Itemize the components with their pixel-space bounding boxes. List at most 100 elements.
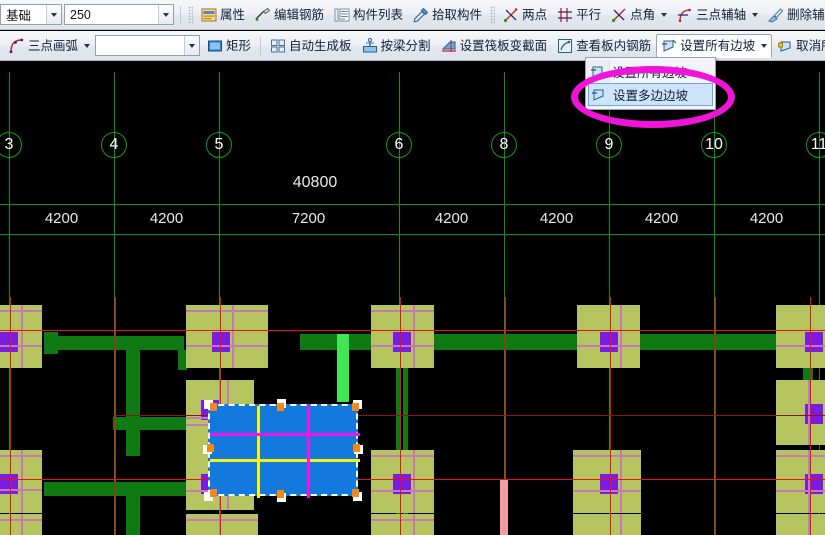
grid-line xyxy=(10,297,11,535)
view-slab-rebar-icon xyxy=(558,38,573,53)
grid-line-highlighted xyxy=(500,480,508,535)
column-core[interactable] xyxy=(600,332,618,352)
slope-dropdown-menu: 设置所有边坡 设置多边边坡 xyxy=(585,57,716,110)
thickness-combo[interactable]: 250 xyxy=(64,4,174,25)
slab-grip-orange[interactable] xyxy=(352,489,359,497)
selected-slab[interactable] xyxy=(208,404,360,498)
rebar-magenta-vertical xyxy=(307,406,310,498)
axis-bubble[interactable]: 3 xyxy=(0,132,22,158)
axis-bubble[interactable]: 8 xyxy=(491,132,517,158)
split-by-beam-label: 按梁分割 xyxy=(380,38,431,53)
pick-component-button[interactable]: 拾取构件 xyxy=(408,3,487,27)
axis-bubble[interactable]: 4 xyxy=(101,132,127,158)
view-slab-rebar-button[interactable]: 查看板内钢筋 xyxy=(552,34,656,58)
grid-line xyxy=(610,297,611,535)
auto-generate-slab-button[interactable]: 自动生成板 xyxy=(265,34,357,58)
slab-grip-orange[interactable] xyxy=(277,403,284,411)
column[interactable] xyxy=(371,514,434,535)
column-core[interactable] xyxy=(805,332,823,352)
rebar-line xyxy=(371,345,434,347)
axis-bubble[interactable]: 10 xyxy=(701,132,727,158)
column-core[interactable] xyxy=(0,474,18,494)
two-point-icon xyxy=(503,7,518,22)
set-raft-section-button[interactable]: 设置筏板变截面 xyxy=(436,34,553,58)
axis-bubble[interactable]: 9 xyxy=(596,132,622,158)
member-type-combo[interactable]: 基础 xyxy=(0,4,62,25)
three-point-axis-label: 三点辅轴 xyxy=(696,7,747,22)
slab-grip-orange[interactable] xyxy=(207,444,214,452)
column-core[interactable] xyxy=(393,332,411,352)
rebar-line xyxy=(371,310,434,312)
span-dimension-label: 4200 xyxy=(434,210,469,227)
rebar-line xyxy=(577,345,640,347)
beam[interactable] xyxy=(126,336,140,456)
span-dimension-label: 4200 xyxy=(44,210,79,227)
parallel-label: 平行 xyxy=(576,7,602,22)
arc-blank-dropdown-arrow[interactable] xyxy=(184,36,200,55)
properties-button[interactable]: 属性 xyxy=(196,3,250,27)
set-all-slope-caret-icon[interactable] xyxy=(761,43,768,48)
column[interactable] xyxy=(776,514,825,535)
slab-grip-orange[interactable] xyxy=(353,444,360,452)
three-point-arc-caret-icon[interactable] xyxy=(84,43,91,48)
cancel-all-slope-button[interactable]: 取消所有边坡 xyxy=(772,34,825,58)
menu-item-set-poly-slope[interactable]: 设置多边边坡 xyxy=(588,83,713,106)
beam[interactable] xyxy=(44,336,184,350)
beam[interactable] xyxy=(44,332,58,354)
parallel-button[interactable]: 平行 xyxy=(552,3,606,27)
rebar-line xyxy=(620,450,622,513)
grid-line xyxy=(0,330,825,331)
point-angle-caret-icon[interactable] xyxy=(661,12,668,17)
column[interactable] xyxy=(186,514,258,535)
two-point-button[interactable]: 两点 xyxy=(498,3,552,27)
rebar-line xyxy=(620,305,622,368)
rebar-line xyxy=(573,490,641,492)
toolbar-grip-2[interactable] xyxy=(490,5,496,24)
axis-bubble[interactable]: 11 xyxy=(806,132,825,158)
menu-item-set-all-slope[interactable]: 设置所有边坡 xyxy=(586,60,715,83)
rebar-line xyxy=(371,490,434,492)
set-all-slope-icon xyxy=(662,39,677,52)
split-by-beam-button[interactable]: 按梁分割 xyxy=(357,34,436,58)
axis-label: 10 xyxy=(705,136,723,153)
rectangle-button[interactable]: 矩形 xyxy=(202,34,256,58)
slab-grip-orange[interactable] xyxy=(210,489,217,497)
span-dimension-label: 4200 xyxy=(539,210,574,227)
column[interactable] xyxy=(573,514,641,535)
point-angle-button[interactable]: 点角 xyxy=(606,3,672,27)
slab-grip-orange[interactable] xyxy=(352,403,359,411)
three-point-axis-caret-icon[interactable] xyxy=(752,12,759,17)
three-point-arc-button[interactable]: 三点画弧 xyxy=(4,34,95,58)
beam[interactable] xyxy=(44,482,189,496)
toolbar-grip[interactable] xyxy=(188,5,193,24)
rectangle-label: 矩形 xyxy=(226,38,252,53)
column-core[interactable] xyxy=(0,332,18,352)
two-point-label: 两点 xyxy=(522,7,548,22)
rebar-line xyxy=(413,305,415,368)
axis-bubble[interactable]: 5 xyxy=(206,132,232,158)
column-core[interactable] xyxy=(212,332,230,352)
set-raft-section-label: 设置筏板变截面 xyxy=(459,38,548,53)
parallel-icon xyxy=(558,7,573,22)
beam[interactable] xyxy=(113,417,189,430)
member-type-dropdown-arrow[interactable] xyxy=(46,5,61,24)
edit-rebar-button[interactable]: 编辑钢筋 xyxy=(250,3,329,27)
axis-bubble[interactable]: 6 xyxy=(386,132,412,158)
beam-highlighted[interactable] xyxy=(337,334,349,402)
rebar-magenta-horizontal xyxy=(210,433,360,436)
slab-grip-orange[interactable] xyxy=(210,403,217,411)
total-dimension-label: 40800 xyxy=(292,174,338,191)
rebar-line xyxy=(21,514,23,535)
cad-drawing-canvas[interactable]: 3 4 5 6 8 9 10 11 40800 4200 4200 7200 4… xyxy=(0,62,825,535)
three-point-axis-button[interactable]: 三点辅轴 xyxy=(672,3,763,27)
delete-axis-button[interactable]: 删除辅轴 xyxy=(763,3,825,27)
set-all-slope-button[interactable]: 设置所有边坡 xyxy=(656,33,773,58)
dimension-line xyxy=(0,234,825,235)
slab-grip-orange[interactable] xyxy=(277,490,284,498)
thickness-dropdown-arrow[interactable] xyxy=(158,5,173,24)
beam[interactable] xyxy=(126,482,140,535)
arc-blank-combo[interactable] xyxy=(95,35,201,56)
component-list-button[interactable]: 构件列表 xyxy=(329,3,408,27)
three-point-axis-icon xyxy=(678,8,692,22)
delete-axis-icon xyxy=(768,7,784,23)
